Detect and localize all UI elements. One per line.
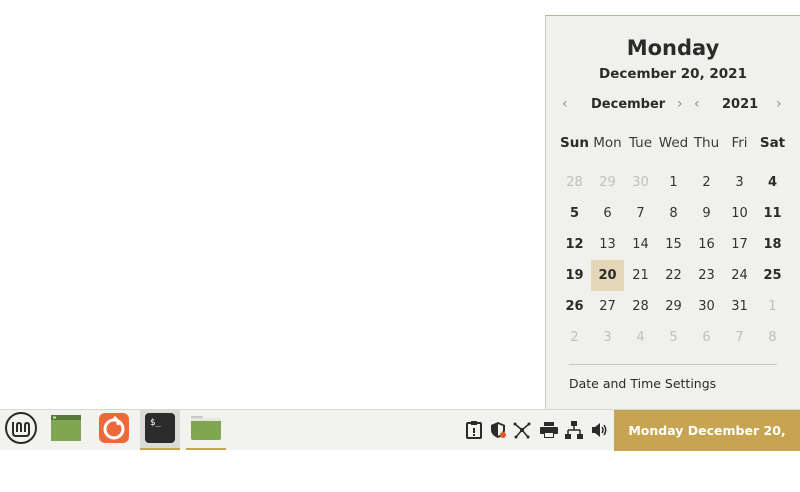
calendar-day[interactable]: 25 — [756, 260, 789, 291]
calendar-day[interactable]: 31 — [723, 291, 756, 322]
mint-menu-button[interactable] — [2, 410, 40, 450]
calendar-day[interactable]: 26 — [558, 291, 591, 322]
shield-update-icon[interactable] — [488, 420, 508, 440]
calendar-day[interactable]: 4 — [624, 322, 657, 353]
calendar-day[interactable]: 15 — [657, 229, 690, 260]
network-icon[interactable] — [512, 420, 532, 440]
calendar-day[interactable]: 23 — [690, 260, 723, 291]
calendar-day[interactable]: 2 — [690, 167, 723, 198]
calendar-day[interactable]: 13 — [591, 229, 624, 260]
calendar-day[interactable]: 1 — [756, 291, 789, 322]
calendar-day[interactable]: 8 — [657, 198, 690, 229]
next-month-icon[interactable]: › — [677, 96, 683, 112]
weekday-label: Fri — [731, 135, 748, 151]
calendar-day[interactable]: 6 — [690, 322, 723, 353]
show-desktop-button[interactable] — [46, 410, 86, 450]
calendar-day[interactable]: 29 — [591, 167, 624, 198]
calendar-day[interactable]: 9 — [690, 198, 723, 229]
date-time-settings-link[interactable]: Date and Time Settings — [569, 376, 716, 391]
files-button[interactable] — [186, 410, 226, 450]
show-desktop-icon — [51, 415, 81, 445]
prev-month-icon[interactable]: ‹ — [562, 96, 568, 112]
calendar-day[interactable]: 19 — [558, 260, 591, 291]
terminal-button[interactable]: $_ — [140, 410, 180, 450]
calendar-day[interactable]: 4 — [756, 167, 789, 198]
taskbar: $_ Monday December 20, 15:20 — [0, 409, 800, 479]
calendar-days: 28 29 30 1 2 3 4 5 6 7 8 9 10 11 12 13 14 15 16 17 18 19 20 21 2… — [558, 167, 798, 353]
calendar-day[interactable]: 5 — [657, 322, 690, 353]
calendar-day[interactable]: 17 — [723, 229, 756, 260]
calendar-day[interactable]: 7 — [624, 198, 657, 229]
calendar-week-row: 12 13 14 15 16 17 18 — [558, 229, 798, 260]
network-wired-icon[interactable] — [564, 420, 584, 440]
calendar-week-row: 28 29 30 1 2 3 4 — [558, 167, 798, 198]
calendar-day[interactable]: 21 — [624, 260, 657, 291]
calendar-day[interactable]: 7 — [723, 322, 756, 353]
calendar-day[interactable]: 16 — [690, 229, 723, 260]
svg-text:$_: $_ — [150, 418, 161, 428]
terminal-icon: $_ — [145, 413, 175, 447]
calendar-day[interactable]: 28 — [558, 167, 591, 198]
firefox-icon — [99, 413, 129, 447]
calendar-day-name: Monday — [626, 36, 720, 60]
calendar-day[interactable]: 12 — [558, 229, 591, 260]
calendar-day[interactable]: 8 — [756, 322, 789, 353]
calendar-day[interactable]: 29 — [657, 291, 690, 322]
calendar-day[interactable]: 5 — [558, 198, 591, 229]
weekday-header: Sun Mon Tue Wed Thu Fri Sat — [558, 128, 798, 159]
calendar-day[interactable]: 27 — [591, 291, 624, 322]
calendar-day[interactable]: 30 — [690, 291, 723, 322]
calendar-week-row: 5 6 7 8 9 10 11 — [558, 198, 798, 229]
calendar-day[interactable]: 10 — [723, 198, 756, 229]
weekday-label: Wed — [658, 135, 689, 151]
clock-applet[interactable]: Monday December 20, 15:20 — [614, 410, 800, 479]
calendar-day[interactable]: 24 — [723, 260, 756, 291]
calendar-day[interactable]: 3 — [723, 167, 756, 198]
calendar-day[interactable]: 28 — [624, 291, 657, 322]
weekday-label: Sat — [759, 135, 786, 151]
calendar-full-date: December 20, 2021 — [599, 66, 747, 82]
calendar-week-row: 2345678 — [558, 322, 798, 353]
calendar-day[interactable]: 18 — [756, 229, 789, 260]
weekday-label: Sun — [560, 135, 589, 151]
calendar-day[interactable]: 14 — [624, 229, 657, 260]
calendar-day[interactable]: 11 — [756, 198, 789, 229]
calendar-day[interactable]: 20 — [591, 260, 624, 291]
calendar-grid: Sun Mon Tue Wed Thu Fri Sat 28 29 30 1 2 3 4 5 6 7 8 9 10 1… — [558, 128, 798, 353]
weekday-label: Mon — [593, 135, 622, 151]
weekday-label: Thu — [693, 135, 720, 151]
calendar-day[interactable]: 1 — [657, 167, 690, 198]
calendar-week-row: 19 20 21 22 23 24 25 — [558, 260, 798, 291]
calendar-day[interactable]: 2 — [558, 322, 591, 353]
divider — [569, 364, 777, 365]
printer-icon[interactable] — [539, 420, 559, 440]
calendar-popup: Monday December 20, 2021 ‹ December › ‹ … — [545, 15, 800, 409]
volume-icon[interactable] — [590, 420, 610, 440]
calendar-day[interactable]: 3 — [591, 322, 624, 353]
firefox-button[interactable] — [94, 410, 134, 450]
year-label: 2021 — [722, 97, 759, 112]
month-label: December — [591, 97, 666, 112]
clipboard-icon[interactable] — [464, 420, 484, 440]
calendar-week-row: 26 27 28 29 30 31 1 — [558, 291, 798, 322]
files-icon — [190, 415, 222, 445]
next-year-icon[interactable]: › — [776, 96, 782, 112]
calendar-day[interactable]: 22 — [657, 260, 690, 291]
calendar-day[interactable]: 30 — [624, 167, 657, 198]
prev-year-icon[interactable]: ‹ — [694, 96, 700, 112]
calendar-day[interactable]: 6 — [591, 198, 624, 229]
weekday-label: Tue — [628, 135, 653, 151]
mint-menu-icon — [4, 411, 38, 449]
